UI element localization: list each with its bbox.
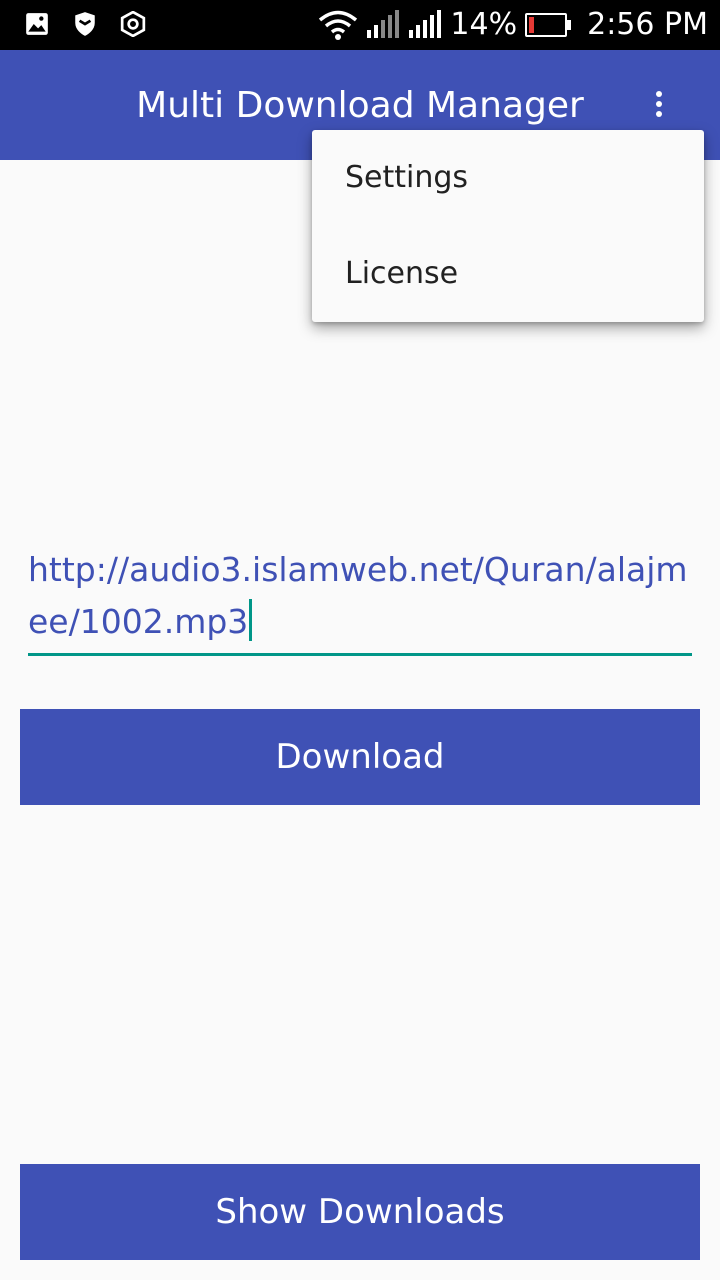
url-input[interactable]: http://audio3.islamweb.net/Quran/alajmee…	[28, 544, 692, 656]
download-button[interactable]: Download	[20, 709, 700, 805]
clock: 2:56 PM	[587, 7, 708, 42]
overflow-menu-icon[interactable]	[642, 84, 676, 124]
show-downloads-button-label: Show Downloads	[215, 1192, 505, 1232]
status-bar: 14% 2:56 PM	[0, 0, 720, 50]
wifi-icon	[319, 10, 358, 40]
target-icon	[120, 11, 146, 37]
status-icons-left	[24, 11, 146, 37]
image-icon	[26, 13, 48, 35]
app-title: Multi Download Manager	[136, 85, 584, 126]
menu-item-license[interactable]: License	[312, 226, 704, 322]
shield-icon	[75, 12, 95, 36]
status-icons-right: 14% 2:56 PM	[318, 6, 708, 44]
url-input-value: http://audio3.islamweb.net/Quran/alajmee…	[28, 550, 688, 641]
menu-item-settings[interactable]: Settings	[312, 130, 704, 226]
signal-icon-1	[367, 10, 400, 38]
download-button-label: Download	[275, 737, 445, 777]
battery-percent: 14%	[450, 7, 518, 42]
battery-icon	[525, 13, 572, 37]
overflow-menu: Settings License	[312, 130, 704, 322]
text-cursor	[249, 599, 253, 641]
signal-icon-2	[409, 10, 442, 38]
show-downloads-button[interactable]: Show Downloads	[20, 1164, 700, 1260]
